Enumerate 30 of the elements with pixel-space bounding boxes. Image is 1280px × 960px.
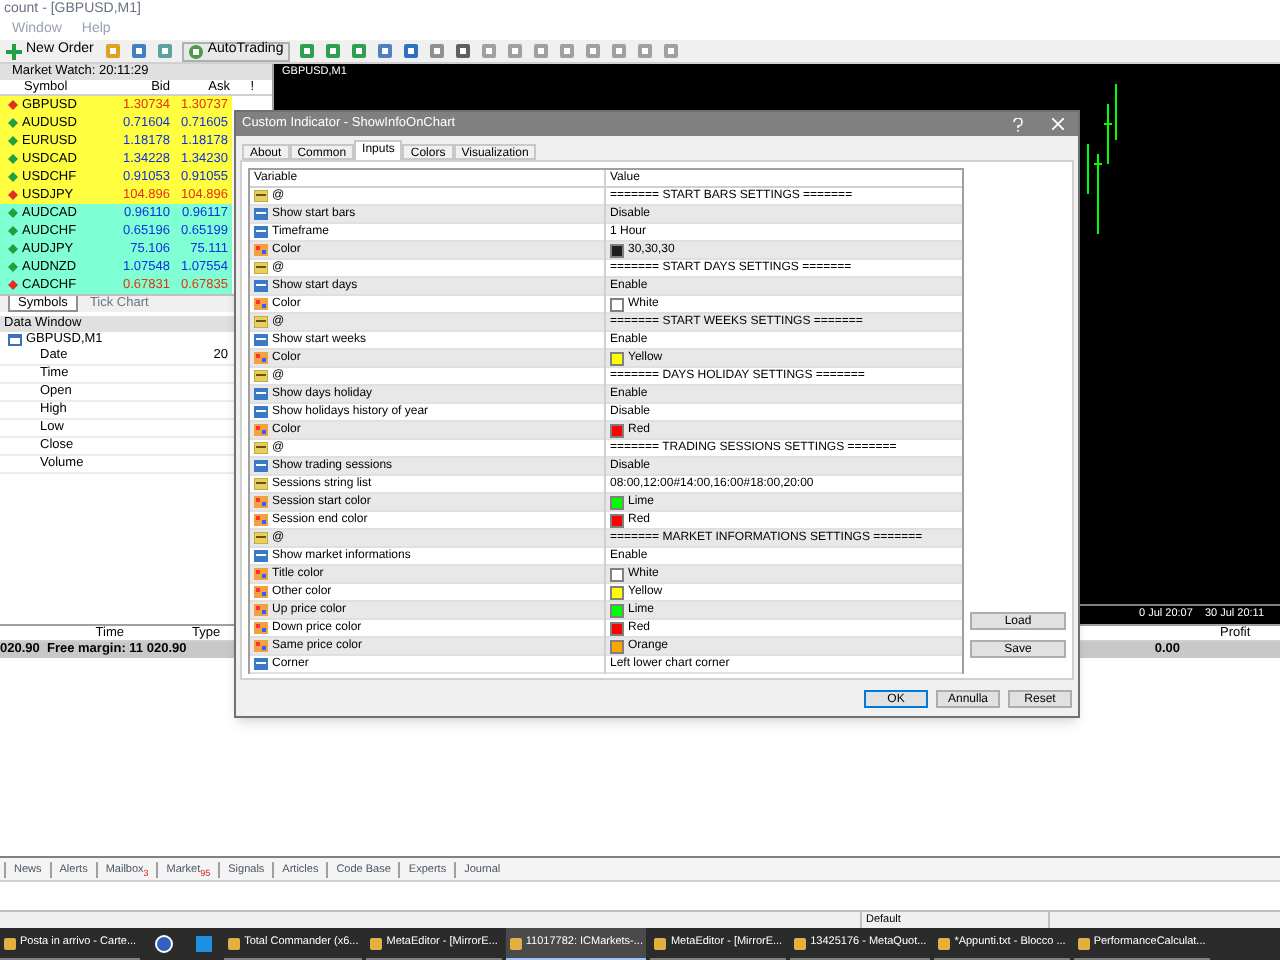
palette-icon [254,640,268,652]
text-type-icon [254,478,268,490]
palette-icon [254,496,268,508]
app-icon [370,937,383,949]
palette-icon [254,352,268,364]
palette-icon [254,568,268,580]
text-type-icon [254,190,268,202]
app-icon [228,937,241,949]
plus-icon [6,43,22,59]
palette-icon [254,604,268,616]
app-icon [654,937,667,949]
text-type-icon [254,316,268,328]
chart-window-icon [8,334,22,346]
app-icon [794,937,807,949]
close-icon[interactable] [1052,118,1064,130]
text-type-icon [254,442,268,454]
help-icon[interactable] [1012,117,1024,131]
palette-icon [254,298,268,310]
palette-icon [254,514,268,526]
text-type-icon [254,262,268,274]
palette-icon [254,244,268,256]
app-icon [938,937,951,949]
palette-icon [254,586,268,598]
palette-icon [254,424,268,436]
text-type-icon [254,370,268,382]
app-icon [4,937,16,949]
palette-icon [254,622,268,634]
app-icon [509,937,522,949]
text-type-icon [254,532,268,544]
app-icon [1077,937,1090,949]
